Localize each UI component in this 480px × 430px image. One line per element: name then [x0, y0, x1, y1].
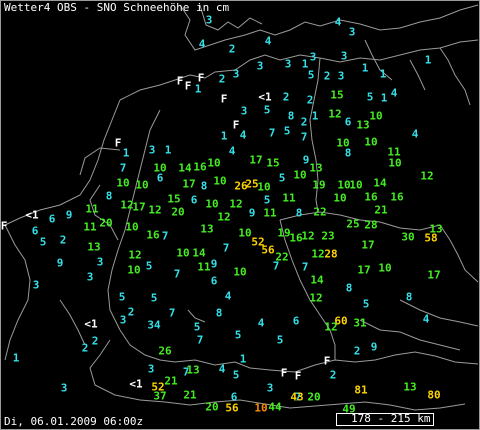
map-frame: [0, 0, 480, 430]
snow-depth-map: 3 4 2 4 4 3 3 1 3 3 3 3 2 F F F 1 5 2 3 1 1 1 F <1 2 2 15 5 1 4 3 5 8 2 1 12…: [0, 0, 480, 430]
